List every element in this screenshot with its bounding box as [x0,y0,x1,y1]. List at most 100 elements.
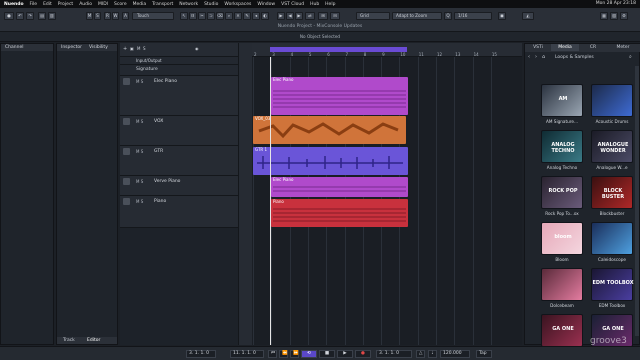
quantize-preset-select[interactable]: 1/16 [454,12,492,20]
menu-file[interactable]: File [30,2,38,7]
forward-icon[interactable]: › [535,54,537,60]
tempo-display[interactable]: 120.000 [440,350,470,358]
autoscroll-button[interactable]: ⇄ [305,12,315,20]
midi-clip-elec-piano[interactable]: Elec Piano [271,77,408,115]
automation-panel-button[interactable]: A [122,12,129,20]
workspace-button[interactable]: ▧ [610,12,618,20]
midi-clip-verve-piano[interactable]: Elec Piano [271,177,408,197]
activate-project-button[interactable]: ● [4,12,14,20]
track-list-scroll[interactable] [238,43,252,345]
loop-pack-tile[interactable]: ANALOGUE WONDER Analogue W...e [591,130,633,170]
mute-tool[interactable]: ✕ [234,12,242,20]
menu-network[interactable]: Network [179,2,198,7]
nudge-left-icon[interactable]: ◀ [286,12,294,20]
left-zone-button[interactable]: ▤ [38,12,46,20]
left-locator[interactable]: 3. 1. 1. 0 [186,350,216,358]
loop-pack-tile[interactable]: AM AM Signature... [541,84,583,124]
loop-pack-tile[interactable]: ROCK POP Rock Pop To...ox [541,176,583,216]
redo-icon[interactable]: ↷ [26,12,34,20]
mute-solo-buttons[interactable]: M S [136,119,143,124]
breadcrumb[interactable]: Loops & Samples [555,55,594,60]
tab-cr[interactable]: CR [579,44,607,51]
undo-icon[interactable]: ↶ [16,12,24,20]
track-gtr[interactable]: M S GTR [120,146,238,176]
loop-pack-tile[interactable]: bloom Bloom [541,222,583,262]
tab-vsti[interactable]: VSTi [525,44,551,51]
visibility-tab[interactable]: Visibility [89,44,108,51]
solo-global-button[interactable]: S [94,12,101,20]
grid-type-icon[interactable]: ⊟ [330,12,340,20]
media-scrollbar[interactable] [635,66,639,336]
menu-vst-cloud[interactable]: VST Cloud [281,2,304,7]
object-select-tool[interactable]: ↖ [180,12,188,20]
home-icon[interactable]: ⌂ [542,54,545,60]
solo-all-button[interactable]: S [143,46,146,51]
loop-pack-tile[interactable]: Acoustic Drums [591,84,633,124]
menu-score[interactable]: Score [114,2,127,7]
rewind-icon[interactable]: ⏪ [279,350,288,358]
inspector-tab[interactable]: Inspector [61,45,82,50]
right-locator[interactable]: 11. 1. 1. 0 [230,350,264,358]
track-name[interactable]: VOX [154,119,163,124]
signature-track[interactable]: Signature [120,65,238,76]
menu-studio[interactable]: Studio [204,2,218,7]
loop-pack-tile[interactable]: EDM TOOLBOX EDM Toolbox [591,268,634,308]
channel-tab[interactable]: Channel [1,44,53,51]
loop-pack-tile[interactable]: Caleidoscope [591,222,633,262]
menu-media[interactable]: Media [133,2,147,7]
app-menu[interactable]: Nuendo [4,2,24,7]
playhead-cursor[interactable] [270,57,271,345]
quantize-icon[interactable]: Q [444,12,452,20]
tab-meter[interactable]: Meter [607,44,639,51]
record-button[interactable]: ● [355,350,371,358]
grid-resolution-select[interactable]: Adapt to Zoom [392,12,442,20]
menu-transport[interactable]: Transport [152,2,173,7]
menu-edit[interactable]: Edit [43,2,52,7]
mute-solo-buttons[interactable]: M S [136,179,143,184]
track-tab[interactable]: Track [63,338,75,343]
track-name[interactable]: Elec Piano [154,79,177,84]
track-verve-piano[interactable]: M S Verve Piano [120,176,238,196]
audio-clip-gtr[interactable]: GTR 1 [253,147,408,175]
audio-clip-vox[interactable]: VOX_03 [253,116,406,144]
menu-window[interactable]: Window [257,2,275,7]
mute-solo-buttons[interactable]: M S [136,149,143,154]
click-icon[interactable]: △ [416,350,425,358]
audition-icon[interactable]: ▶ [277,12,285,20]
add-track-icon[interactable]: + [123,46,127,52]
go-to-start-icon[interactable]: ⏮ [268,350,277,358]
nudge-right-icon[interactable]: ▶ [295,12,303,20]
range-tool[interactable]: ⌷ [189,12,197,20]
loop-pack-tile[interactable]: BLOCK BUSTER Blockbuster [591,176,633,216]
play-button[interactable]: ▶ [337,350,353,358]
menu-audio[interactable]: Audio [79,2,92,7]
read-automation-button[interactable]: R [104,12,111,20]
midi-clip-piano[interactable]: Piano [271,199,408,227]
lower-zone-button[interactable]: ▥ [48,12,56,20]
snap-toggle[interactable]: ⊞ [318,12,328,20]
track-name[interactable]: GTR [154,149,163,154]
forward-icon[interactable]: ⏩ [290,350,299,358]
color-tool[interactable]: ◐ [261,12,269,20]
draw-tool[interactable]: ✎ [243,12,251,20]
track-filter-icon[interactable]: ▣ [130,46,134,51]
cycle-button[interactable]: ⟲ [301,350,317,358]
track-name[interactable]: Verve Piano [154,179,180,184]
glue-tool[interactable]: ⊃ [207,12,215,20]
mute-solo-buttons[interactable]: M S [136,199,143,204]
zoom-tool[interactable]: ⌕ [225,12,233,20]
tap-tempo-button[interactable]: Tap [476,350,492,358]
track-piano[interactable]: M S Piano [120,196,238,228]
grid-type-select[interactable]: Grid [356,12,390,20]
menu-hub[interactable]: Hub [310,2,319,7]
erase-tool[interactable]: ⌫ [216,12,224,20]
track-name[interactable]: Piano [154,199,166,204]
metronome-icon[interactable]: ◭ [522,12,534,20]
menu-midi[interactable]: MIDI [98,2,108,7]
track-visibility-icon[interactable]: ◉ [195,46,199,51]
back-icon[interactable]: ‹ [528,54,530,60]
menu-help[interactable]: Help [325,2,335,7]
loop-pack-tile[interactable]: ANALOG TECHNO Analog Techno [541,130,583,170]
stop-button[interactable]: ■ [319,350,335,358]
settings-gear-icon[interactable]: ⚙ [620,12,628,20]
